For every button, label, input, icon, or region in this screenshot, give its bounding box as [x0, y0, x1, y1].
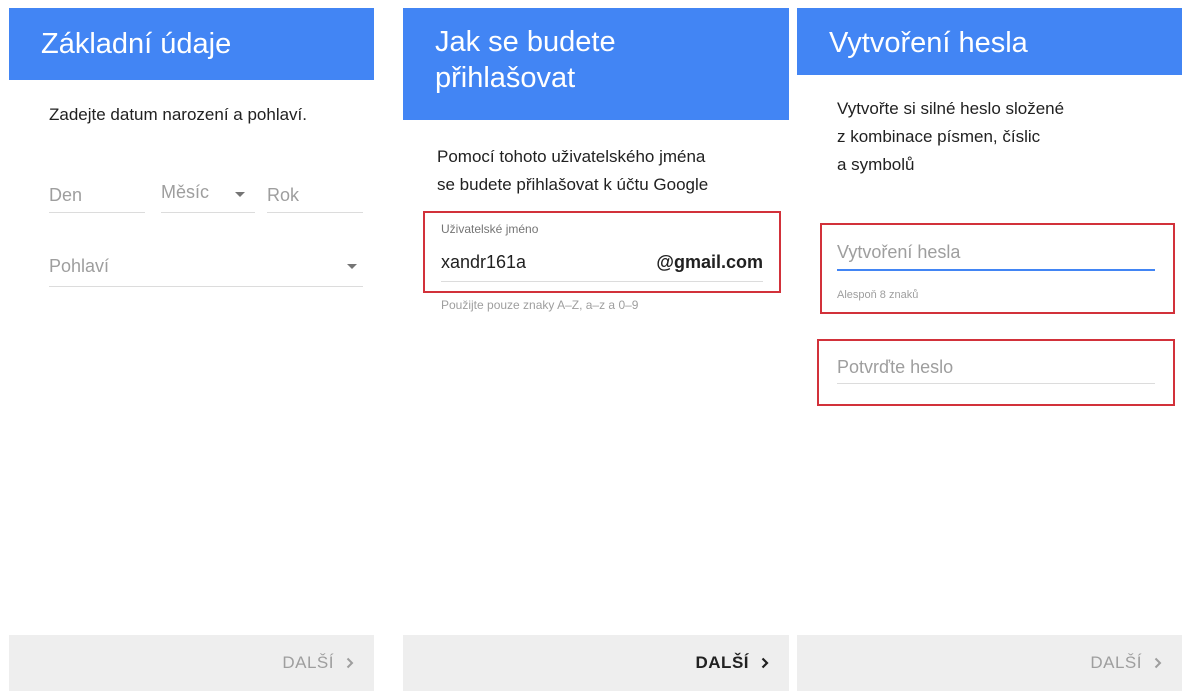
password-underline-focused — [837, 269, 1155, 271]
next-button[interactable]: DALŠÍ — [282, 653, 354, 673]
username-helper: Použijte pouze znaky A–Z, a–z a 0–9 — [441, 298, 639, 312]
chevron-right-icon — [1154, 657, 1162, 669]
year-field[interactable]: Rok — [267, 178, 363, 214]
confirm-password-field[interactable]: Potvrďte heslo — [837, 354, 1155, 388]
instruction-text: Zadejte datum narození a pohlaví. — [49, 105, 307, 124]
basic-info-panel: Základní údaje Zadejte datum narození a … — [9, 8, 374, 691]
create-password-panel: Vytvoření hesla Vytvořte si silné heslo … — [797, 8, 1182, 691]
chevron-right-icon — [346, 657, 354, 669]
sign-in-panel: Jak se budete přihlašovat Pomocí tohoto … — [403, 8, 789, 691]
confirm-underline — [837, 383, 1155, 384]
month-dropdown[interactable]: Měsíc — [161, 178, 255, 214]
next-label: DALŠÍ — [695, 653, 749, 672]
username-underline — [441, 281, 763, 282]
gmail-suffix: @gmail.com — [656, 252, 763, 272]
panel-header: Vytvoření hesla — [797, 8, 1182, 75]
month-placeholder: Měsíc — [161, 182, 210, 202]
next-button[interactable]: DALŠÍ — [1090, 653, 1162, 673]
panel-header: Základní údaje — [9, 8, 374, 80]
year-underline — [267, 212, 363, 213]
username-value: xandr161a — [441, 252, 527, 272]
caret-down-icon — [347, 264, 357, 269]
next-label: DALŠÍ — [282, 653, 334, 672]
instruction-line-3: a symbolů — [837, 155, 915, 174]
day-field[interactable]: Den — [49, 178, 145, 214]
next-button[interactable]: DALŠÍ — [696, 653, 770, 673]
username-label: Uživatelské jméno — [441, 222, 539, 236]
next-label: DALŠÍ — [1090, 653, 1142, 672]
panel-footer: DALŠÍ — [9, 635, 374, 691]
day-underline — [49, 212, 145, 213]
instruction-line-1: Pomocí tohoto uživatelského jména — [437, 147, 706, 166]
panel-title: Základní údaje — [41, 28, 232, 60]
instruction-line-2: se budete přihlašovat k účtu Google — [437, 175, 709, 194]
instruction-line-1: Vytvořte si silné heslo složené — [837, 99, 1065, 118]
gender-underline — [49, 286, 363, 287]
caret-down-icon — [235, 192, 245, 197]
day-placeholder: Den — [49, 185, 83, 205]
password-helper: Alespoň 8 znaků — [837, 289, 919, 301]
month-underline — [161, 212, 255, 213]
gender-placeholder: Pohlaví — [49, 256, 110, 276]
confirm-placeholder: Potvrďte heslo — [837, 357, 954, 377]
chevron-right-icon — [761, 657, 769, 669]
panel-footer: DALŠÍ — [403, 635, 789, 691]
instruction-line-2: z kombinace písmen, číslic — [837, 127, 1041, 146]
panel-header: Jak se budete přihlašovat — [403, 8, 789, 120]
year-placeholder: Rok — [267, 185, 300, 205]
panel-footer: DALŠÍ — [797, 635, 1182, 691]
password-placeholder: Vytvoření hesla — [837, 242, 961, 262]
gender-dropdown[interactable]: Pohlaví — [49, 250, 363, 288]
panel-title: Vytvoření hesla — [829, 27, 1028, 59]
username-field[interactable]: Uživatelské jméno xandr161a @gmail.com — [441, 222, 763, 286]
password-field[interactable]: Vytvoření hesla — [837, 238, 1155, 278]
panel-title: Jak se budete přihlašovat — [435, 26, 616, 94]
